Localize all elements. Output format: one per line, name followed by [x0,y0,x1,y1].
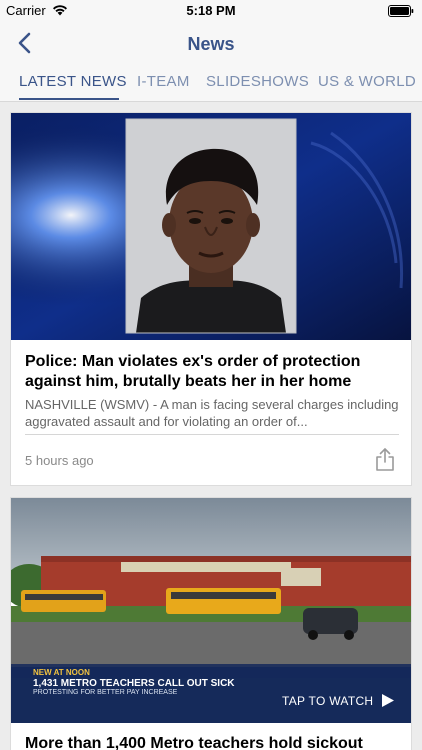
article-headline[interactable]: More than 1,400 Metro teachers hold sick… [25,734,400,750]
card-divider [25,434,399,435]
article-headline[interactable]: Police: Man violates ex's order of prote… [25,352,400,392]
status-bar: Carrier 5:18 PM [0,0,422,22]
chyron-subtitle: PROTESTING FOR BETTER PAY INCREASE [33,689,178,696]
play-icon[interactable] [381,693,395,708]
tab-us-world[interactable]: US & WORLD [318,73,416,90]
status-time: 5:18 PM [186,3,236,18]
article-card[interactable]: NEW AT NOON 1,431 METRO TEACHERS CALL OU… [10,497,412,750]
chyron-kicker: NEW AT NOON [33,668,90,677]
article-summary: NASHVILLE (WSMV) - A man is facing sever… [25,397,399,429]
share-icon[interactable] [375,447,395,471]
tap-to-watch-label[interactable]: TAP TO WATCH [282,694,373,708]
tab-i-team[interactable]: I-TEAM [137,73,190,90]
page-title: News [187,34,235,54]
video-thumbnail[interactable]: NEW AT NOON 1,431 METRO TEACHERS CALL OU… [11,498,411,723]
battery-icon [388,5,414,17]
tab-slideshows[interactable]: SLIDESHOWS [206,73,309,90]
article-timestamp: 5 hours ago [25,453,94,468]
navigation-bar: News [0,22,422,64]
article-image [11,113,411,340]
category-tabs: LATEST NEWS I-TEAM SLIDESHOWS US & WORLD [0,64,422,102]
mugshot-photo [11,113,411,340]
tab-latest-news[interactable]: LATEST NEWS [19,73,127,90]
article-card[interactable]: Police: Man violates ex's order of prote… [10,112,412,486]
active-tab-indicator [19,98,119,100]
chyron-headline: 1,431 METRO TEACHERS CALL OUT SICK [33,678,235,689]
